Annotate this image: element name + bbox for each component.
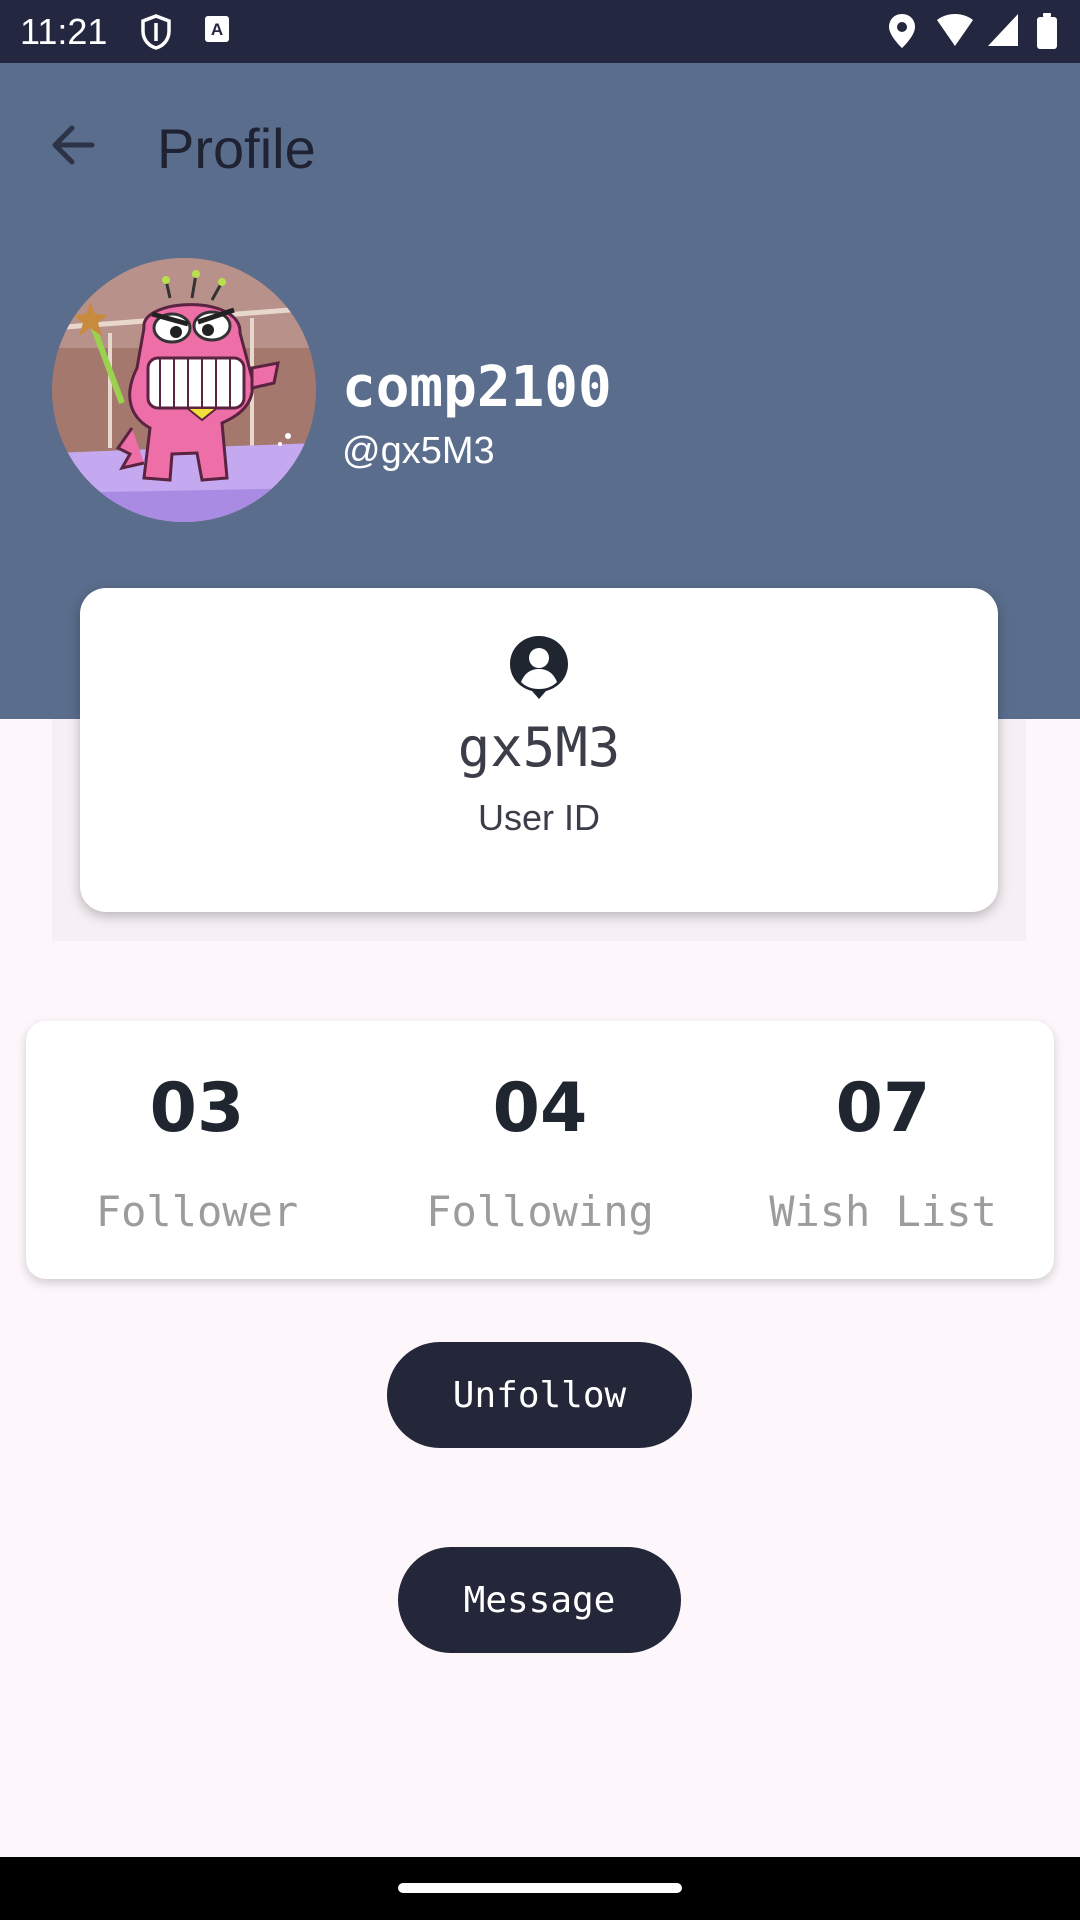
shield-icon (141, 14, 171, 50)
arrow-left-icon (52, 125, 95, 165)
user-id-card: gx5M3 User ID (80, 588, 998, 912)
stat-follower[interactable]: 03 Follower (26, 1021, 368, 1279)
message-button[interactable]: Message (398, 1547, 681, 1653)
user-id-value: gx5M3 (457, 716, 621, 779)
status-left-icons: A (140, 14, 230, 50)
stat-value: 07 (835, 1069, 931, 1148)
status-bar: 11:21 A (0, 0, 1080, 63)
back-button[interactable] (40, 112, 106, 178)
stat-label: Wish List (769, 1187, 997, 1236)
status-right-icons (887, 12, 1058, 50)
stat-value: 04 (492, 1069, 588, 1148)
user-id-label: User ID (477, 797, 600, 838)
stats-card: 03 Follower 04 Following 07 Wish List (26, 1021, 1054, 1279)
home-indicator[interactable] (398, 1883, 682, 1893)
battery-icon (1037, 13, 1057, 49)
profile-handle: @gx5M3 (342, 430, 495, 472)
stat-label: Following (426, 1187, 654, 1236)
status-time: 11:21 (20, 11, 108, 52)
location-icon (888, 14, 915, 48)
svg-text:A: A (211, 20, 223, 39)
avatar[interactable] (52, 258, 316, 522)
signal-icon (987, 14, 1018, 46)
stat-label: Follower (95, 1187, 299, 1236)
unfollow-button[interactable]: Unfollow (387, 1342, 692, 1448)
cartoon-pink-dinosaur-avatar (52, 258, 316, 522)
person-pin-icon (504, 632, 574, 702)
stat-value: 03 (149, 1069, 245, 1148)
navigation-bar (0, 1857, 1080, 1920)
stat-wish-list[interactable]: 07 Wish List (712, 1021, 1054, 1279)
profile-name: comp2100 (342, 355, 612, 420)
stat-following[interactable]: 04 Following (369, 1021, 711, 1279)
wifi-icon (937, 14, 974, 46)
a-badge-icon: A (205, 16, 230, 42)
page-title: Profile (157, 117, 316, 180)
